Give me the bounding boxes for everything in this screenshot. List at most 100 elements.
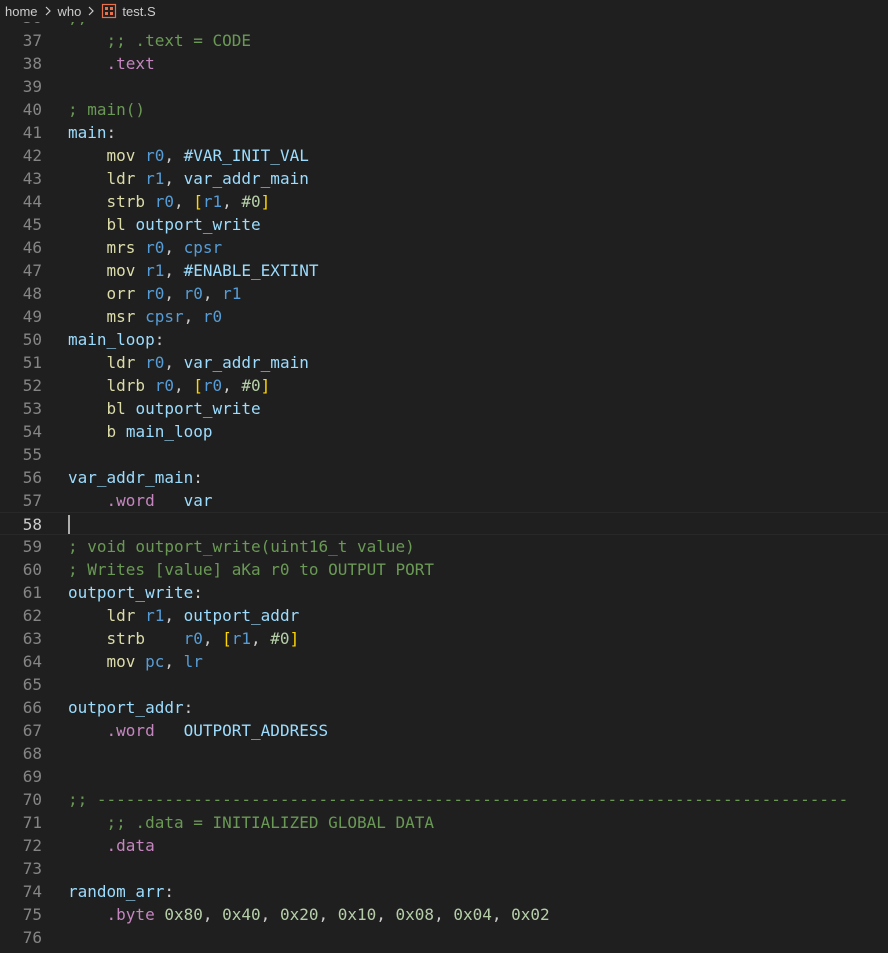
code-line[interactable]: 55 [0,443,888,466]
code-line[interactable]: 64 mov pc, lr [0,650,888,673]
code-token: var_addr_main [68,468,194,487]
code-token: r0 [145,284,165,303]
code-token: 0x08 [395,905,435,924]
code-token: .data [106,836,155,855]
code-token: random_arr [68,882,165,901]
line-code: mov r1, #ENABLE_EXTINT [68,259,319,282]
code-line[interactable]: 67 .word OUTPORT_ADDRESS [0,719,888,742]
code-token: OUTPORT_ADDRESS [183,721,329,740]
code-line[interactable]: 62 ldr r1, outport_addr [0,604,888,627]
code-line[interactable]: 69 [0,765,888,788]
code-line[interactable]: 47 mov r1, #ENABLE_EXTINT [0,259,888,282]
code-token: r0 [154,376,174,395]
code-token: main_loop [68,330,155,349]
code-line[interactable]: 51 ldr r0, var_addr_main [0,351,888,374]
code-line[interactable]: 74 random_arr: [0,880,888,903]
code-line[interactable]: 50 main_loop: [0,328,888,351]
code-line[interactable]: 66 outport_addr: [0,696,888,719]
line-code: ; Writes [value] aKa r0 to OUTPUT PORT [68,558,434,581]
code-line[interactable]: 46 mrs r0, cpsr [0,236,888,259]
code-line[interactable]: 39 [0,75,888,98]
breadcrumb-item-file[interactable]: test.S [122,4,155,19]
code-line[interactable]: 63 strb r0, [r1, #0] [0,627,888,650]
code-line[interactable]: 72 .data [0,834,888,857]
line-number: 38 [22,54,42,73]
code-token: outport_write [68,583,194,602]
line-code: .text [68,52,155,75]
breadcrumb-item-who[interactable]: who [58,4,82,19]
code-line[interactable]: 52 ldrb r0, [r0, #0] [0,374,888,397]
code-editor[interactable]: 36;; -----------------------------------… [0,6,888,949]
code-line[interactable]: 48 orr r0, r0, r1 [0,282,888,305]
code-token: var [183,491,213,510]
code-line[interactable]: 43 ldr r1, var_addr_main [0,167,888,190]
line-code: mov pc, lr [68,650,203,673]
code-token: #ENABLE_EXTINT [183,261,319,280]
code-token: , [434,905,454,924]
code-token: , [202,629,223,648]
code-line[interactable]: 54 b main_loop [0,420,888,443]
code-line[interactable]: 73 [0,857,888,880]
line-code: ldrb r0, [r0, #0] [68,374,271,397]
line-number: 46 [22,238,42,257]
code-line[interactable]: 49 msr cpsr, r0 [0,305,888,328]
line-number: 68 [22,744,42,763]
code-line[interactable]: 75 .byte 0x80, 0x40, 0x20, 0x10, 0x08, 0… [0,903,888,926]
code-token: msr [106,307,136,326]
line-number: 43 [22,169,42,188]
line-number: 57 [22,491,42,510]
code-line[interactable]: 58 [0,512,888,535]
code-line[interactable]: 70 ;; -----------------------------------… [0,788,888,811]
code-line[interactable]: 38 .text [0,52,888,75]
line-code: .word var [68,489,213,512]
code-line[interactable]: 68 [0,742,888,765]
code-token: r0 [202,376,223,395]
code-line[interactable]: 59 ; void outport_write(uint16_t value) [0,535,888,558]
code-line[interactable]: 42 mov r0, #VAR_INIT_VAL [0,144,888,167]
code-token: [ [193,376,203,395]
code-line[interactable]: 37 ;; .text = CODE [0,29,888,52]
code-line[interactable]: 71 ;; .data = INITIALIZED GLOBAL DATA [0,811,888,834]
code-line[interactable]: 60 ; Writes [value] aKa r0 to OUTPUT PORT [0,558,888,581]
code-token: , [183,307,203,326]
code-token: ; main() [68,100,146,119]
breadcrumb-item-home[interactable]: home [5,4,38,19]
code-token: ; void outport_write(uint16_t value) [68,537,415,556]
code-token: r1 [145,606,165,625]
code-line[interactable]: 76 [0,926,888,949]
code-token: , [164,606,184,625]
code-token: , [173,192,194,211]
code-token: outport_addr [68,698,184,717]
code-line[interactable]: 45 bl outport_write [0,213,888,236]
code-line[interactable]: 53 bl outport_write [0,397,888,420]
code-token: , [164,169,184,188]
code-line[interactable]: 41 main: [0,121,888,144]
code-line[interactable]: 56 var_addr_main: [0,466,888,489]
code-token: , [251,629,271,648]
line-number: 39 [22,77,42,96]
line-number: 65 [22,675,42,694]
code-line[interactable]: 65 [0,673,888,696]
code-line[interactable]: 61 outport_write: [0,581,888,604]
line-code: main_loop: [68,328,164,351]
code-line[interactable]: 40 ; main() [0,98,888,121]
code-token: b [106,422,117,441]
code-token: strb [106,629,146,648]
line-number: 75 [22,905,42,924]
code-line[interactable]: 57 .word var [0,489,888,512]
code-line[interactable]: 44 strb r0, [r1, #0] [0,190,888,213]
